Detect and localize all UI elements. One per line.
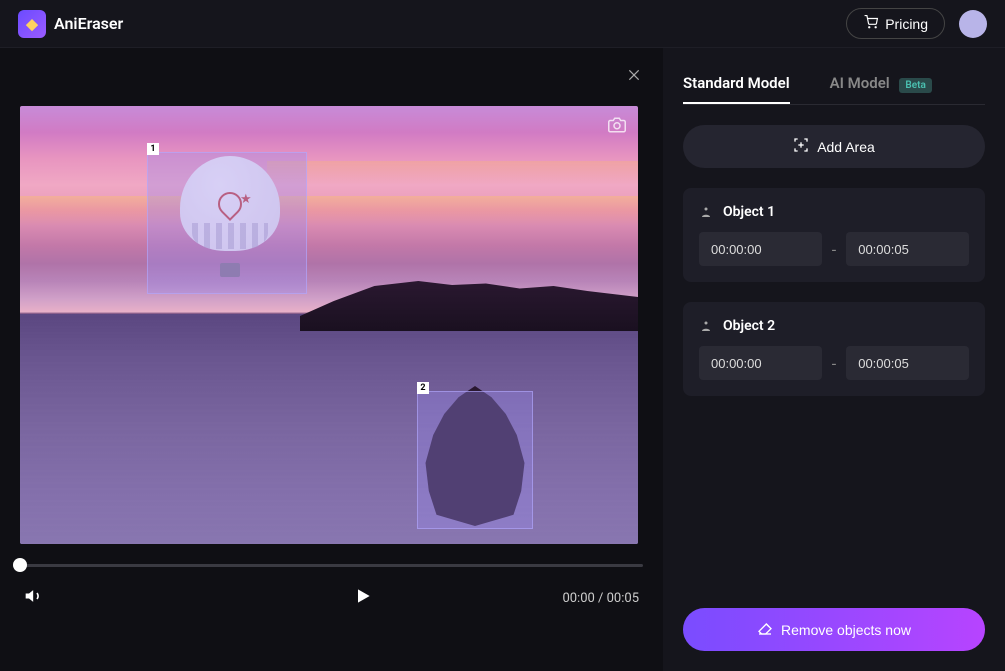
model-tabs: Standard Model AI Model Beta — [683, 64, 985, 105]
end-time-field[interactable] — [846, 232, 969, 266]
scene-clouds — [267, 161, 638, 185]
start-time-input[interactable]: ▲ ▼ — [699, 232, 822, 266]
timeline-playhead[interactable] — [13, 558, 27, 572]
start-time-field[interactable] — [699, 232, 822, 266]
end-time-field[interactable] — [846, 346, 969, 380]
scene-clouds — [20, 196, 638, 226]
selection-box-2[interactable]: 2 — [417, 391, 533, 529]
add-area-icon — [793, 137, 809, 156]
start-time-input[interactable]: ▲ ▼ — [699, 346, 822, 380]
end-time-input[interactable]: ▲ ▼ — [846, 232, 969, 266]
time-display: 00:00 / 00:05 — [562, 591, 639, 606]
snapshot-button[interactable] — [606, 116, 628, 134]
tab-standard-model[interactable]: Standard Model — [683, 64, 790, 104]
editor-panel: 1 2 00:00 / 00:05 — [0, 48, 663, 671]
selection-label: 1 — [147, 143, 159, 155]
app-header: ◆ AniEraser Pricing — [0, 0, 1005, 48]
object-card-2: Object 2 ▲ ▼ - ▲ ▼ — [683, 302, 985, 396]
person-icon — [699, 206, 713, 218]
eraser-icon — [757, 620, 773, 639]
playback-controls: 00:00 / 00:05 — [20, 586, 643, 610]
app-name: AniEraser — [54, 14, 123, 33]
selection-box-1[interactable]: 1 — [147, 152, 307, 294]
object-title: Object 2 — [723, 318, 775, 334]
object-card-1: Object 1 ▲ ▼ - ▲ ▼ — [683, 188, 985, 282]
remove-objects-button[interactable]: Remove objects now — [683, 608, 985, 651]
video-preview[interactable]: 1 2 — [20, 106, 638, 544]
object-time-range: ▲ ▼ - ▲ ▼ — [699, 346, 969, 380]
logo-area: ◆ AniEraser — [18, 10, 123, 38]
add-area-button[interactable]: Add Area — [683, 125, 985, 168]
timeline-track[interactable] — [20, 564, 643, 567]
sidebar-panel: Standard Model AI Model Beta Add Area Ob… — [663, 48, 1005, 671]
scene-sea — [20, 314, 638, 544]
timeline[interactable] — [20, 558, 643, 572]
selection-label: 2 — [417, 382, 429, 394]
object-header: Object 1 — [699, 204, 969, 220]
end-time-input[interactable]: ▲ ▼ — [846, 346, 969, 380]
volume-button[interactable] — [24, 586, 44, 610]
tab-ai-label: AI Model — [830, 74, 890, 92]
header-right: Pricing — [846, 8, 987, 39]
cart-icon — [863, 15, 879, 32]
person-icon — [699, 320, 713, 332]
start-time-field[interactable] — [699, 346, 822, 380]
pricing-label: Pricing — [885, 16, 928, 32]
object-header: Object 2 — [699, 318, 969, 334]
play-button[interactable] — [353, 586, 373, 610]
beta-badge: Beta — [899, 78, 931, 93]
main-area: 1 2 00:00 / 00:05 Standard — [0, 48, 1005, 671]
object-time-range: ▲ ▼ - ▲ ▼ — [699, 232, 969, 266]
remove-objects-label: Remove objects now — [781, 622, 911, 638]
range-separator: - — [832, 240, 836, 259]
user-avatar[interactable] — [959, 10, 987, 38]
app-logo-icon: ◆ — [18, 10, 46, 38]
object-title: Object 1 — [723, 204, 775, 220]
add-area-label: Add Area — [817, 139, 875, 155]
close-button[interactable] — [625, 66, 643, 84]
pricing-button[interactable]: Pricing — [846, 8, 945, 39]
tab-ai-model[interactable]: AI Model Beta — [830, 64, 932, 104]
range-separator: - — [832, 354, 836, 373]
